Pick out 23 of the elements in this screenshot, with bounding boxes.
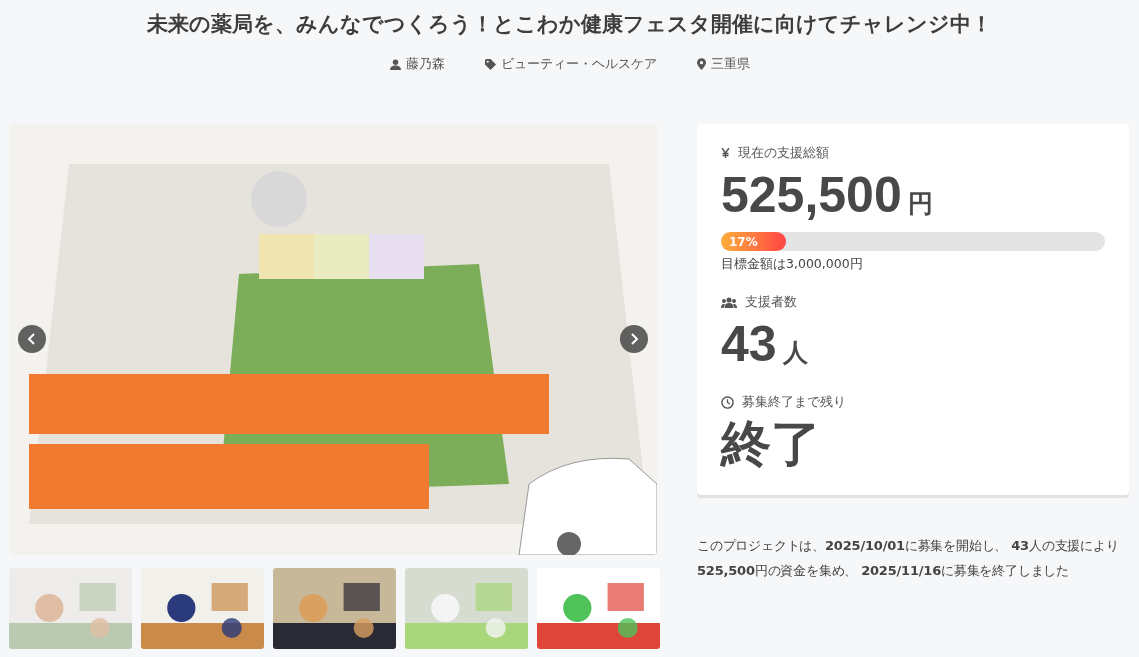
meta-text[interactable]: ビューティー・ヘルスケア (500, 55, 657, 73)
stat-value: 43 (721, 315, 777, 373)
stat-unit: 人 (782, 337, 808, 369)
meta-text[interactable]: 三重県 (710, 55, 750, 73)
stat-label: 支援者数 (745, 293, 797, 311)
pin-icon (696, 58, 706, 70)
stat-label: 現在の支援総額 (738, 144, 829, 162)
stat-label: 募集終了まで残り (742, 393, 846, 411)
meta-text[interactable]: 藤乃森 (405, 55, 445, 73)
summary-text: このプロジェクトは、2025/10/01に募集を開始し、 43人の支援により 525,500円の資金を集め、 2025/11/16に募集を終了しました (697, 537, 1120, 580)
goal-text: 目標金額は3,000,000円 (721, 256, 864, 273)
chevron-left-icon (27, 333, 37, 345)
yen-icon (721, 148, 730, 158)
chevron-right-icon (629, 333, 639, 345)
stat-value: 終了 (721, 415, 821, 473)
stat-unit: 円 (907, 188, 933, 220)
person-icon (389, 58, 401, 70)
tag-icon (484, 58, 496, 70)
stat-value: 525,500 (721, 166, 902, 224)
page-title: 未来の薬局を、みんなでつくろう！とこわか健康フェスタ開催に向けてチャレンジ中！ (146, 11, 993, 38)
progress-percent: 17% (729, 234, 758, 249)
people-icon (721, 296, 737, 308)
clock-icon (721, 395, 734, 409)
